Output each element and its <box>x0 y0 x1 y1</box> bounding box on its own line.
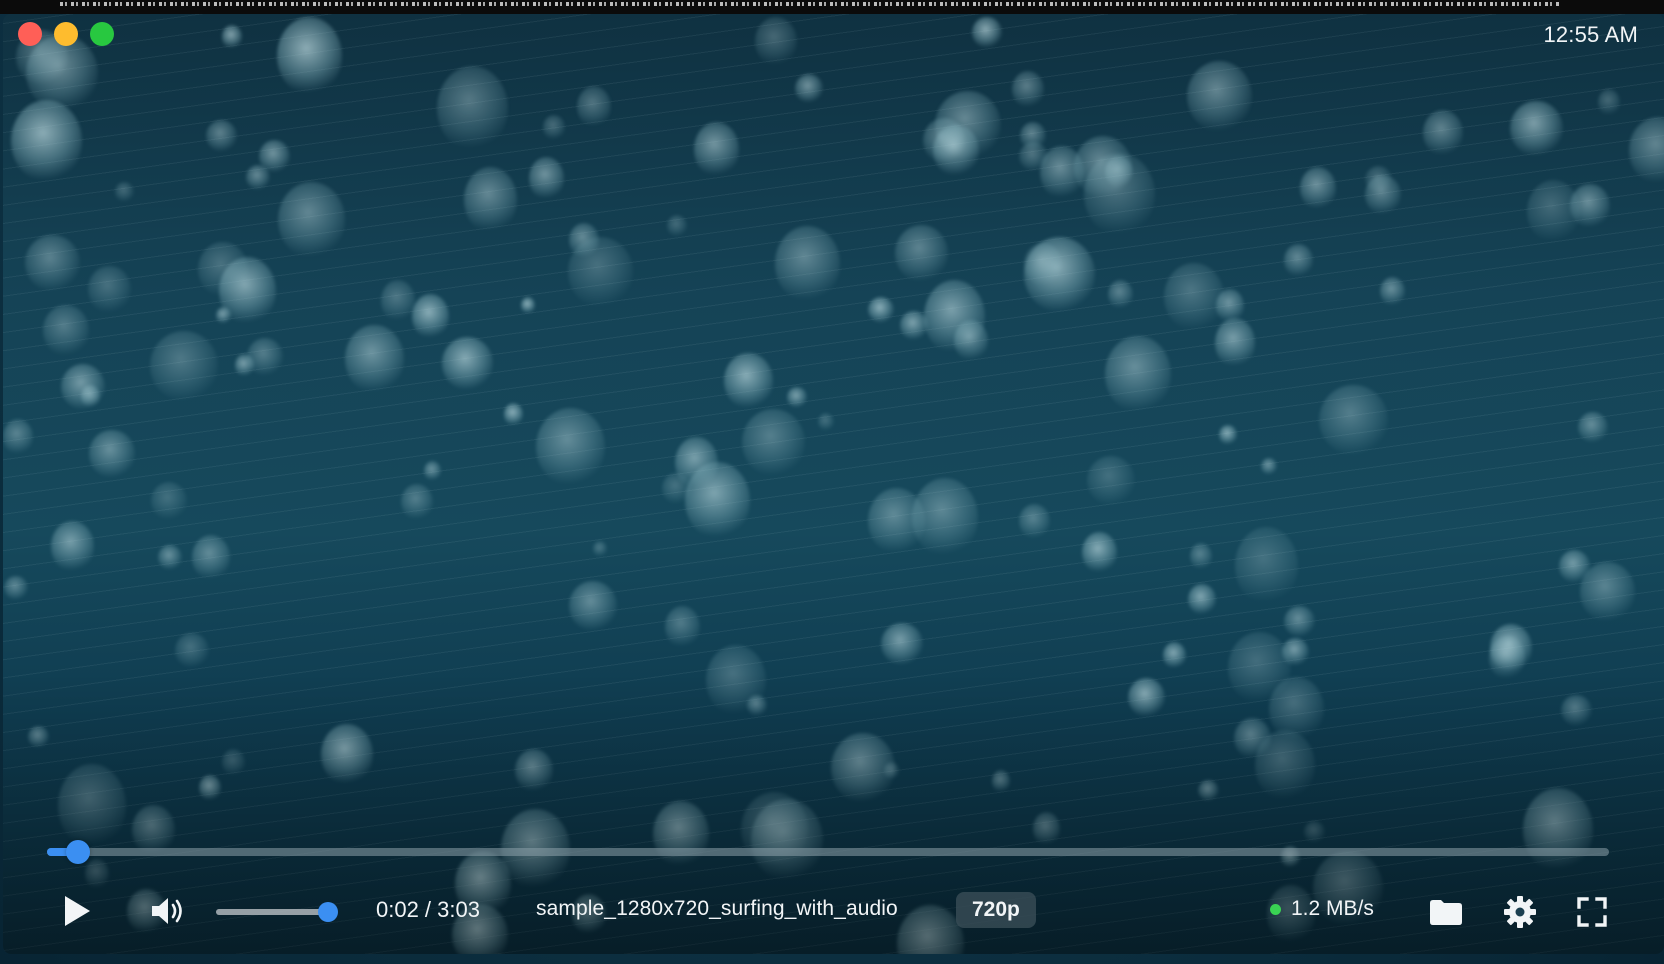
volume-slider[interactable] <box>216 902 338 922</box>
open-folder-button[interactable] <box>1428 894 1464 930</box>
quality-button[interactable]: 720p <box>956 892 1036 928</box>
minimize-window-button[interactable] <box>54 22 78 46</box>
clock-display: 12:55 AM <box>1543 22 1638 47</box>
volume-slider-handle[interactable] <box>318 902 338 922</box>
play-icon <box>65 896 90 926</box>
folder-icon <box>1430 900 1462 925</box>
fullscreen-button[interactable] <box>1574 894 1610 930</box>
time-display: 0:02 / 3:03 <box>376 897 480 922</box>
seek-bar[interactable] <box>47 840 1609 864</box>
volume-slider-fill <box>216 909 328 915</box>
download-speed-label: 1.2 MB/s <box>1291 897 1374 920</box>
video-player-window: 12:55 AM 0:02 / 3:03 sample_1280x720_sur… <box>0 0 1664 964</box>
status-dot <box>1270 903 1281 915</box>
volume-icon <box>152 898 182 924</box>
download-speed: 1.2 MB/s <box>1270 897 1374 921</box>
close-window-button[interactable] <box>18 22 42 46</box>
terminal-text-fragment <box>60 2 1560 6</box>
maximize-window-button[interactable] <box>90 22 114 46</box>
play-button[interactable] <box>60 894 94 928</box>
seek-bar-handle[interactable] <box>66 840 91 864</box>
gear-icon <box>1504 896 1536 928</box>
file-name: sample_1280x720_surfing_with_audio <box>536 897 898 920</box>
top-terminal-strip <box>0 0 1664 14</box>
window-controls <box>18 22 114 46</box>
mute-button[interactable] <box>150 894 190 928</box>
control-bar: 0:02 / 3:03 sample_1280x720_surfing_with… <box>0 880 1664 944</box>
bottom-vignette <box>3 14 1664 954</box>
settings-button[interactable] <box>1502 894 1538 930</box>
video-frame[interactable] <box>3 14 1664 954</box>
fullscreen-icon <box>1577 897 1607 927</box>
